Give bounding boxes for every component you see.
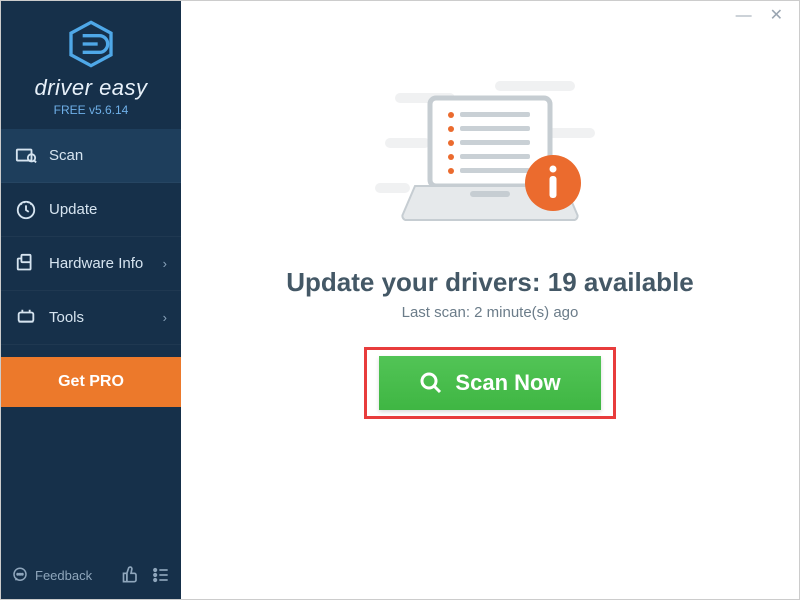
tools-icon <box>15 307 37 329</box>
update-icon <box>15 199 37 221</box>
chevron-right-icon: › <box>163 310 167 325</box>
sidebar-item-label: Scan <box>49 147 83 164</box>
get-pro-button[interactable]: Get PRO <box>1 357 181 407</box>
chevron-right-icon: › <box>163 256 167 271</box>
magnifier-icon <box>419 371 443 395</box>
scan-now-button[interactable]: Scan Now <box>379 356 600 410</box>
sidebar-item-tools[interactable]: Tools › <box>1 291 181 345</box>
sidebar-item-hardware-info[interactable]: Hardware Info › <box>1 237 181 291</box>
sidebar-item-scan[interactable]: Scan <box>1 129 181 183</box>
scan-icon <box>15 145 37 167</box>
hardware-info-icon <box>15 253 37 275</box>
sidebar-item-label: Tools <box>49 309 84 326</box>
last-scan-text: Last scan: 2 minute(s) ago <box>402 304 579 321</box>
logo-area: driver easy FREE v5.6.14 <box>1 1 181 129</box>
nav: Scan Update <box>1 129 181 551</box>
app-logo-icon <box>66 19 116 69</box>
feedback-button[interactable]: Feedback <box>11 566 92 584</box>
list-icon[interactable] <box>151 565 171 585</box>
minimize-icon[interactable]: — <box>736 8 752 24</box>
thumbs-up-icon[interactable] <box>121 565 141 585</box>
annotation-highlight: Scan Now <box>364 347 615 419</box>
chat-icon <box>11 566 29 584</box>
sidebar-item-label: Hardware Info <box>49 255 143 272</box>
app-name: driver easy <box>1 75 181 101</box>
feedback-label: Feedback <box>35 568 92 583</box>
sidebar-item-label: Update <box>49 201 97 218</box>
sidebar: driver easy FREE v5.6.14 Scan <box>1 1 181 599</box>
main-panel: Update your drivers: 19 available Last s… <box>181 1 799 599</box>
close-icon[interactable]: ✕ <box>770 8 783 24</box>
sidebar-item-update[interactable]: Update <box>1 183 181 237</box>
headline: Update your drivers: 19 available <box>286 267 694 298</box>
app-edition: FREE v5.6.14 <box>1 103 181 117</box>
sidebar-footer: Feedback <box>1 551 181 599</box>
laptop-illustration <box>375 73 605 245</box>
